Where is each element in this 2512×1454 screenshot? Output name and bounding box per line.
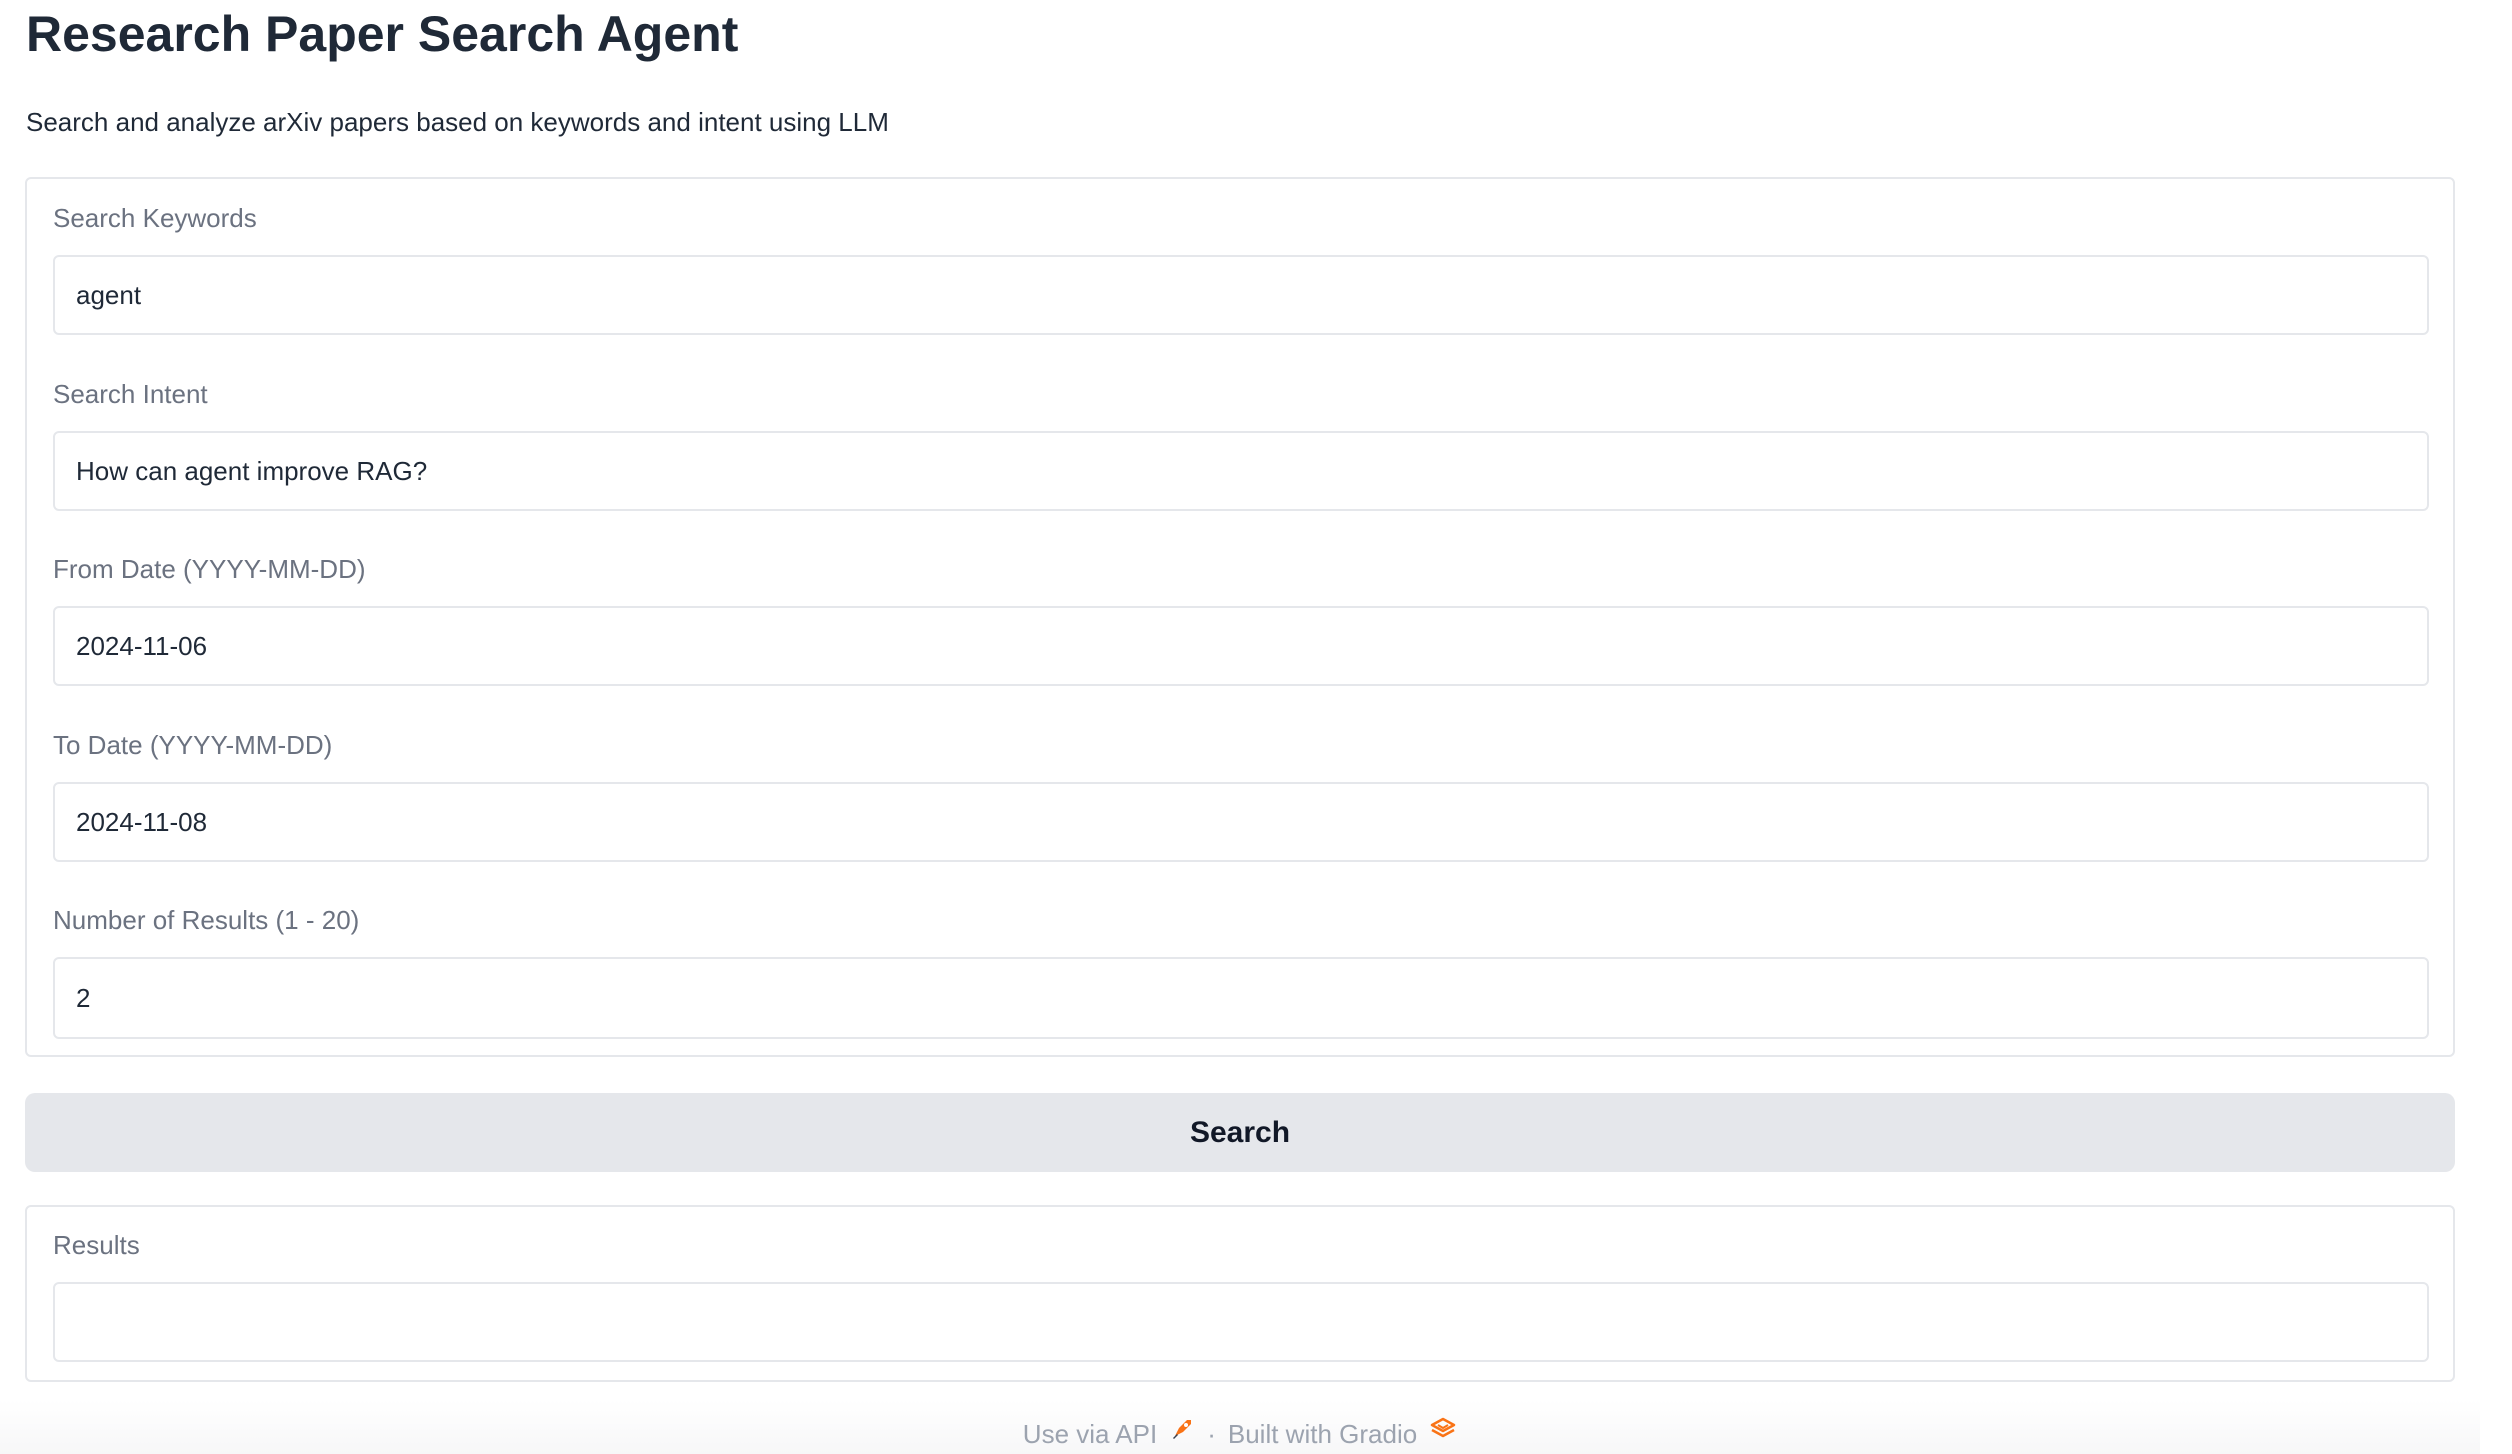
- gradio-logo-icon: [1429, 1415, 1457, 1451]
- search-button[interactable]: Search: [25, 1093, 2455, 1172]
- from-date-label: From Date (YYYY-MM-DD): [53, 554, 366, 584]
- results-output[interactable]: [53, 1282, 2429, 1362]
- keywords-label: Search Keywords: [53, 203, 257, 233]
- from-date-input[interactable]: [53, 606, 2429, 686]
- use-via-api-text: Use via API: [1022, 1419, 1158, 1449]
- built-with-gradio-text: Built with Gradio: [1227, 1419, 1418, 1449]
- intent-input[interactable]: [53, 431, 2429, 511]
- results-label: Results: [53, 1230, 140, 1260]
- num-results-input[interactable]: [53, 957, 2429, 1039]
- keywords-input[interactable]: [53, 255, 2429, 335]
- intent-label: Search Intent: [53, 379, 208, 409]
- footer-separator: ·: [1207, 1419, 1216, 1449]
- footer: Use via API · Built with Gradio: [0, 1400, 2480, 1454]
- num-results-label: Number of Results (1 - 20): [53, 905, 360, 935]
- built-with-gradio-link[interactable]: Built with Gradio: [1227, 1417, 1457, 1449]
- search-form-panel: Search Keywords Search Intent From Date …: [25, 177, 2455, 1057]
- rocket-icon: [1169, 1415, 1195, 1451]
- use-via-api-link[interactable]: Use via API: [1023, 1419, 1195, 1449]
- to-date-label: To Date (YYYY-MM-DD): [53, 730, 333, 760]
- page-title: Research Paper Search Agent: [26, 6, 739, 62]
- results-panel: Results: [25, 1205, 2455, 1382]
- page-subtitle: Search and analyze arXiv papers based on…: [26, 107, 889, 137]
- to-date-input[interactable]: [53, 782, 2429, 862]
